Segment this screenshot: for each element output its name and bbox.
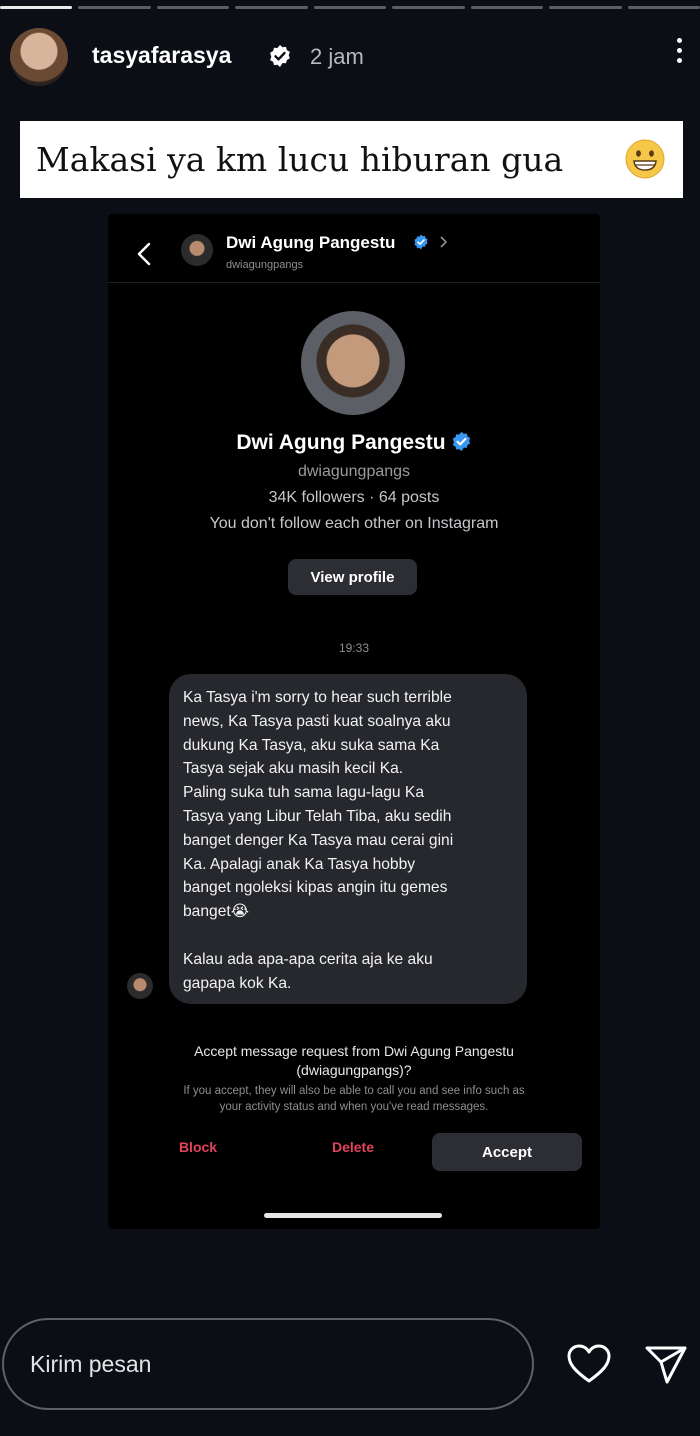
story-caption: Makasi ya km lucu hiburan gua	[20, 121, 683, 198]
more-vertical-icon[interactable]	[674, 38, 684, 72]
message-line: Tasya yang Libur Telah Tiba, aku sedih	[183, 807, 452, 825]
request-note: If you accept, they will also be able to…	[128, 1083, 580, 1115]
message-line: Ka. Apalagi anak Ka Tasya hobby	[183, 855, 416, 873]
story-progress-segment	[470, 6, 544, 9]
profile-name: Dwi Agung Pangestu	[108, 431, 600, 455]
story-progress-segment	[392, 6, 465, 9]
message-line: Paling suka tuh sama lagu-lagu Ka	[183, 784, 424, 802]
message-line: news, Ka Tasya pasti kuat soalnya aku	[183, 712, 451, 730]
request-note-line: If you accept, they will also be able to…	[183, 1085, 525, 1097]
heart-icon[interactable]	[566, 1343, 612, 1385]
profile-avatar[interactable]	[301, 311, 405, 415]
story-progress-segment	[549, 6, 622, 9]
chevron-right-icon[interactable]	[439, 236, 447, 248]
avatar[interactable]	[10, 28, 68, 86]
message-bubble[interactable]: Ka Tasya i'm sorry to hear such terrible…	[169, 674, 527, 1004]
accept-button[interactable]: Accept	[432, 1133, 582, 1171]
story-progress-bar	[0, 6, 700, 9]
view-profile-button[interactable]: View profile	[288, 559, 417, 595]
message-line: banget😭	[183, 903, 249, 921]
message-line: gapapa kok Ka.	[183, 974, 292, 992]
story-header: tasyafarasya 2 jam	[10, 28, 690, 88]
message-line	[183, 924, 513, 948]
message-sender-avatar[interactable]	[127, 973, 153, 999]
reply-input[interactable]: Kirim pesan	[2, 1318, 534, 1410]
send-icon[interactable]	[643, 1342, 689, 1386]
story-progress-segment	[156, 6, 230, 9]
caption-text: Makasi ya km lucu hiburan gua	[36, 140, 564, 179]
story-progress-segment	[0, 6, 73, 9]
block-button[interactable]: Block	[148, 1139, 248, 1155]
dm-header-avatar[interactable]	[181, 234, 213, 266]
request-title-line: Accept message request from Dwi Agung Pa…	[194, 1043, 514, 1059]
profile-handle: dwiagungpangs	[297, 463, 411, 480]
verified-badge-icon	[270, 45, 290, 67]
story-progress-segment	[235, 6, 308, 9]
message-line: banget ngoleksi kipas angin itu gemes	[183, 879, 448, 897]
message-line: dukung Ka Tasya, aku suka sama Ka	[183, 736, 440, 754]
dm-header: Dwi Agung Pangestu dwiagungpangs	[108, 214, 600, 283]
profile-name-text: Dwi Agung Pangestu	[236, 431, 446, 454]
message-timestamp: 19:33	[338, 641, 370, 655]
verified-badge-icon	[414, 234, 428, 250]
grinning-face-icon	[625, 139, 665, 179]
dm-screenshot: Dwi Agung Pangestu dwiagungpangs Dwi Agu…	[108, 214, 600, 1229]
story-progress-segment	[313, 6, 387, 9]
request-title: Accept message request from Dwi Agung Pa…	[128, 1042, 580, 1080]
message-line: Ka Tasya i'm sorry to hear such terrible	[183, 689, 452, 706]
profile-stats: 34K followers · 64 posts	[268, 489, 440, 506]
message-line: Kalau ada apa-apa cerita aja ke aku	[183, 950, 433, 968]
follow-status: You don't follow each other on Instagram	[209, 515, 499, 532]
story-time: 2 jam	[310, 44, 364, 69]
message-line: Tasya sejak aku masih kecil Ka.	[183, 760, 404, 778]
delete-button[interactable]: Delete	[303, 1139, 403, 1155]
dm-header-handle: dwiagungpangs	[226, 259, 304, 271]
dm-header-name[interactable]: Dwi Agung Pangestu	[226, 233, 395, 253]
home-indicator	[264, 1213, 442, 1218]
message-line: banget denger Ka Tasya mau cerai gini	[183, 831, 454, 849]
story-progress-segment	[78, 6, 151, 9]
reply-placeholder: Kirim pesan	[30, 1350, 152, 1377]
verified-badge-icon	[452, 431, 470, 452]
request-title-line: (dwiagungpangs)?	[296, 1062, 412, 1078]
story-username[interactable]: tasyafarasya	[92, 42, 231, 69]
chevron-left-icon[interactable]	[136, 242, 152, 266]
request-note-line: your activity status and when you've rea…	[219, 1101, 489, 1113]
story-progress-segment	[627, 6, 700, 9]
